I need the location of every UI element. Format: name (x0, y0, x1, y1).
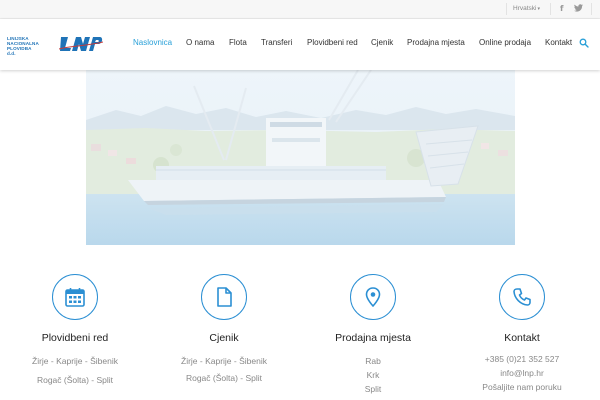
nav-item-kontakt[interactable]: Kontakt (545, 38, 572, 47)
feature-icon-circle[interactable] (52, 274, 98, 320)
top-utility-bar: Hrvatski▾ f (0, 0, 600, 19)
main-header: LINIJSKA NACIONALNA PLOVIDBA d.d. Naslov… (0, 19, 600, 70)
nav-item-naslovnica[interactable]: Naslovnica (133, 38, 172, 47)
email-link[interactable]: info@lnp.hr (447, 368, 597, 378)
route-link[interactable]: Rogač (Šolta) - Split (0, 375, 150, 385)
route-link[interactable]: Žirje - Kaprije - Šibenik (0, 356, 150, 366)
location-link[interactable]: Krk (298, 370, 448, 380)
calendar-icon (65, 288, 85, 307)
feature-title[interactable]: Kontakt (447, 332, 597, 344)
nav-item-online-prodaja[interactable]: Online prodaja (479, 38, 531, 47)
search-icon[interactable] (579, 38, 589, 48)
hero-ferry-image (86, 70, 515, 245)
contact-form-link[interactable]: Pošaljite nam poruku (447, 382, 597, 392)
feature-title[interactable]: Cjenik (149, 332, 299, 344)
main-navigation: Naslovnica O nama Flota Transferi Plovid… (0, 19, 600, 70)
route-link[interactable]: Rogač (Šolta) - Split (149, 373, 299, 383)
feature-title[interactable]: Plovidbeni red (0, 332, 150, 344)
divider (591, 3, 592, 15)
language-label: Hrvatski (513, 5, 537, 12)
divider (550, 3, 551, 15)
phone-number[interactable]: +385 (0)21 352 527 (447, 354, 597, 364)
route-link[interactable]: Žirje - Kaprije - Šibenik (149, 356, 299, 366)
feature-icon-circle[interactable] (201, 274, 247, 320)
divider (506, 3, 507, 15)
feature-icon-circle[interactable] (350, 274, 396, 320)
phone-icon (513, 288, 531, 306)
document-icon (217, 287, 232, 307)
nav-item-plovidbeni-red[interactable]: Plovidbeni red (307, 38, 358, 47)
nav-item-o-nama[interactable]: O nama (186, 38, 214, 47)
feature-title[interactable]: Prodajna mjesta (298, 332, 448, 344)
nav-item-prodajna-mjesta[interactable]: Prodajna mjesta (407, 38, 465, 47)
map-pin-icon (365, 287, 381, 308)
facebook-icon[interactable]: f (560, 4, 563, 13)
location-link[interactable]: Split (298, 384, 448, 394)
location-link[interactable]: Rab (298, 356, 448, 366)
nav-item-transferi[interactable]: Transferi (261, 38, 292, 47)
feature-icon-circle[interactable] (499, 274, 545, 320)
nav-item-flota[interactable]: Flota (229, 38, 247, 47)
nav-item-cjenik[interactable]: Cjenik (371, 38, 393, 47)
chevron-down-icon: ▾ (537, 6, 540, 12)
language-selector[interactable]: Hrvatski▾ (513, 5, 540, 12)
twitter-icon[interactable] (574, 4, 583, 14)
